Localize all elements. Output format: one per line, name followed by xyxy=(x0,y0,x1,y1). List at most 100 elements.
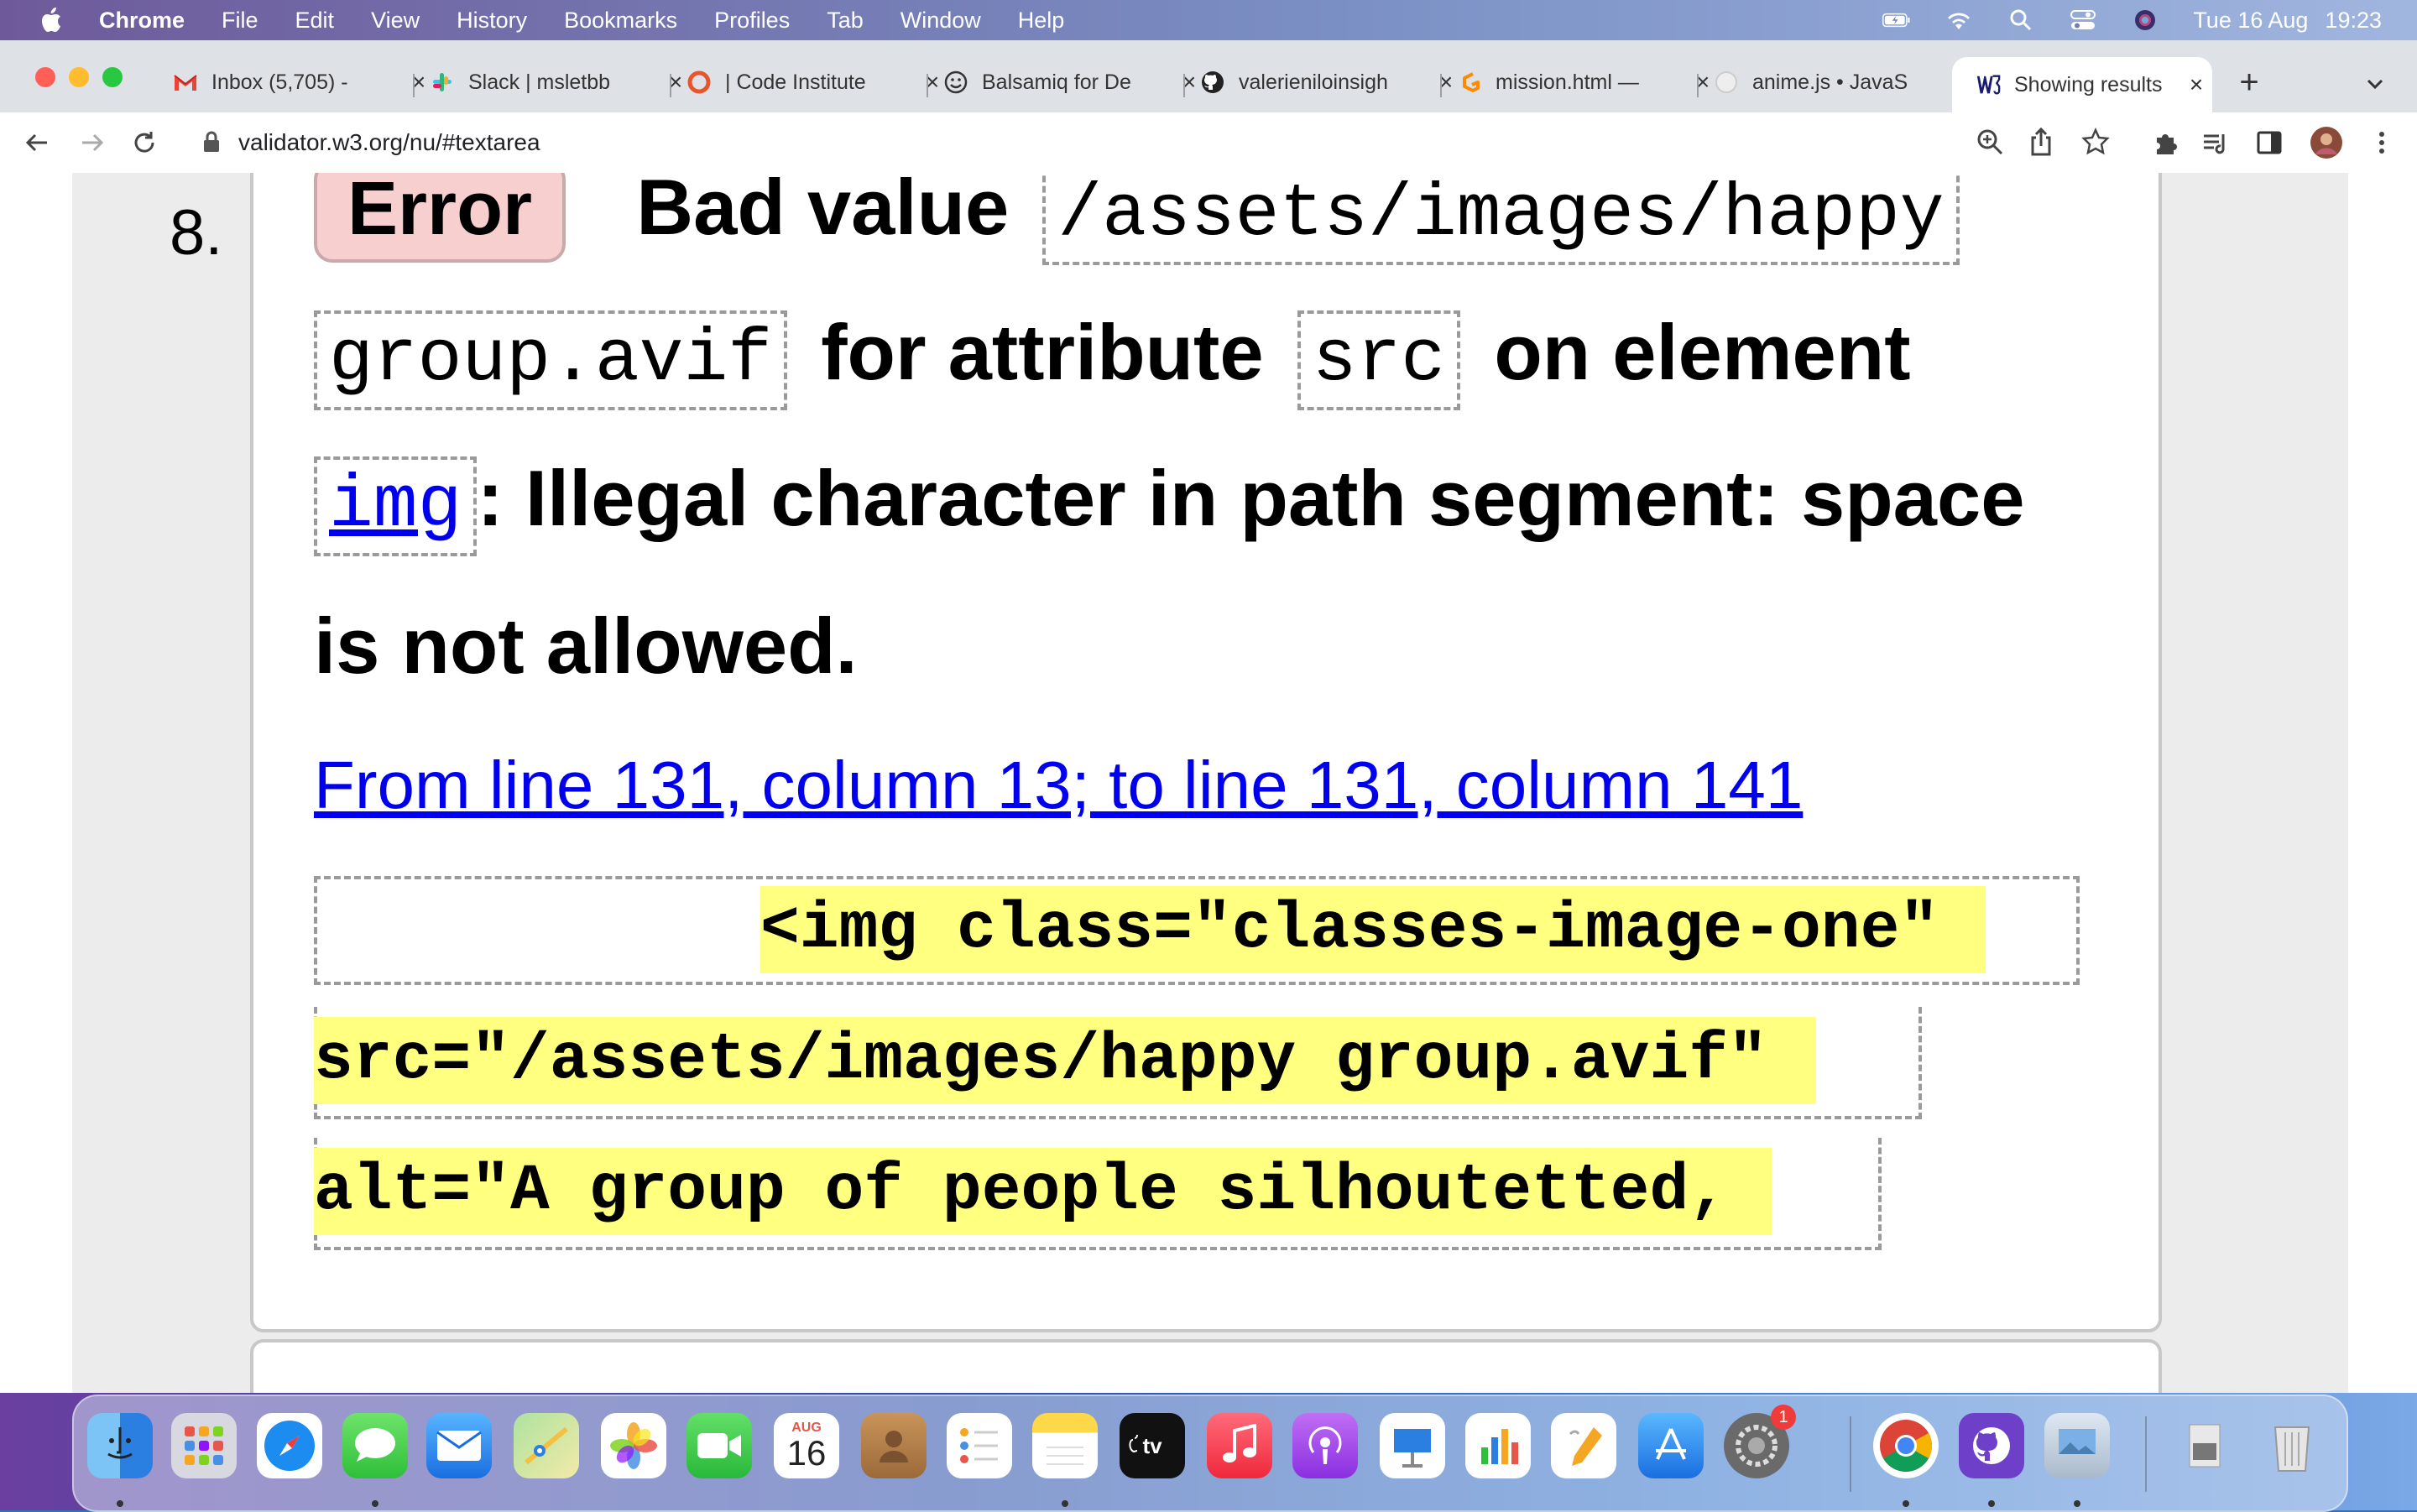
menu-file[interactable]: File xyxy=(222,8,258,34)
tab-slack[interactable]: Slack | msletbb × xyxy=(430,59,688,106)
maps-icon[interactable] xyxy=(514,1413,579,1478)
url-text[interactable]: validator.w3.org/nu/#textarea xyxy=(238,129,540,156)
forward-button[interactable] xyxy=(76,126,109,159)
photos-icon[interactable] xyxy=(601,1413,666,1478)
menu-edit[interactable]: Edit xyxy=(295,8,335,34)
close-tab-icon[interactable]: × xyxy=(1177,69,1202,95)
tab-mission-html[interactable]: mission.html — × xyxy=(1457,59,1715,106)
page-margin-left xyxy=(0,173,72,1393)
system-preferences-icon[interactable]: 1 xyxy=(1724,1405,1796,1478)
location-link[interactable]: From line 131, column 13; to line 131, c… xyxy=(314,747,1803,824)
bad-value-code: /assets/images/happy xyxy=(1042,173,1960,265)
message-line-3: img: Illegal character in path segment: … xyxy=(314,453,2025,556)
gmail-icon xyxy=(173,70,198,95)
menu-view[interactable]: View xyxy=(371,8,420,34)
menu-app-name[interactable]: Chrome xyxy=(99,8,185,34)
safari-icon[interactable] xyxy=(257,1413,322,1478)
downloads-stack-icon[interactable] xyxy=(2172,1413,2237,1478)
battery-icon[interactable] xyxy=(1882,8,1911,32)
tab-divider xyxy=(670,74,671,97)
zoom-icon[interactable] xyxy=(1976,128,2006,158)
github-desktop-icon[interactable] xyxy=(1959,1413,2024,1478)
new-tab-button[interactable]: + xyxy=(2232,65,2266,99)
github-icon xyxy=(1200,70,1225,95)
contacts-icon[interactable] xyxy=(861,1413,927,1478)
messages-icon[interactable] xyxy=(342,1413,408,1478)
tab-gmail[interactable]: Inbox (5,705) - × xyxy=(173,59,431,106)
tab-divider xyxy=(413,74,415,97)
message-text: on element xyxy=(1494,308,1911,396)
wifi-icon[interactable] xyxy=(1945,8,1973,32)
media-controls-icon[interactable] xyxy=(2199,126,2232,159)
reminders-icon[interactable] xyxy=(947,1413,1012,1478)
menubar-time[interactable]: 19:23 xyxy=(2325,8,2382,34)
validator-page: 8. Error Bad value /assets/images/happy … xyxy=(0,173,2417,1393)
tab-search-icon[interactable] xyxy=(2358,67,2392,101)
tab-github[interactable]: valerieniloinsigh × xyxy=(1200,59,1459,106)
close-tab-icon[interactable]: × xyxy=(2184,71,2209,97)
trash-icon[interactable] xyxy=(2259,1413,2325,1478)
launchpad-icon[interactable] xyxy=(171,1413,237,1478)
tab-w3c-validator[interactable]: Showing results × xyxy=(1952,57,2212,112)
close-tab-icon[interactable]: × xyxy=(663,69,688,95)
menu-profiles[interactable]: Profiles xyxy=(714,8,790,34)
lock-icon[interactable] xyxy=(201,129,227,156)
finder-icon[interactable] xyxy=(87,1413,153,1478)
tab-balsamiq[interactable]: Balsamiq for De × xyxy=(943,59,1202,106)
running-indicator xyxy=(117,1500,123,1507)
chrome-window: Inbox (5,705) - × Slack | msletbb × | Co… xyxy=(0,40,2417,1393)
code-institute-icon xyxy=(686,70,712,95)
menubar-date[interactable]: Tue 16 Aug xyxy=(2193,8,2308,34)
apple-menu-icon[interactable] xyxy=(35,3,69,37)
preview-icon[interactable] xyxy=(2044,1413,2110,1478)
tab-divider xyxy=(1183,74,1185,97)
menu-history[interactable]: History xyxy=(457,8,527,34)
pages-icon[interactable] xyxy=(1551,1413,1616,1478)
music-icon[interactable] xyxy=(1207,1413,1272,1478)
message-text: Bad value xyxy=(636,173,1010,251)
extensions-icon[interactable] xyxy=(2148,126,2182,159)
close-tab-icon[interactable]: × xyxy=(1690,69,1715,95)
tab-title: Balsamiq for De xyxy=(982,70,1131,94)
chrome-menu-icon[interactable] xyxy=(2365,126,2399,159)
calendar-icon[interactable]: AUG 16 xyxy=(774,1413,839,1478)
tab-strip: Inbox (5,705) - × Slack | msletbb × | Co… xyxy=(0,40,2417,112)
menu-help[interactable]: Help xyxy=(1018,8,1065,34)
side-panel-icon[interactable] xyxy=(2253,126,2286,159)
address-bar[interactable]: validator.w3.org/nu/#textarea xyxy=(183,121,2130,164)
podcasts-icon[interactable] xyxy=(1292,1413,1358,1478)
notes-icon[interactable] xyxy=(1032,1413,1098,1478)
menu-tab[interactable]: Tab xyxy=(827,8,864,34)
siri-icon[interactable] xyxy=(2131,8,2159,32)
bad-value-code-continued: group.avif xyxy=(314,310,788,410)
close-window-button[interactable] xyxy=(35,67,55,87)
dock-divider xyxy=(2145,1416,2147,1492)
tab-anime-js[interactable]: anime.js • JavaS × xyxy=(1714,59,1972,106)
mail-icon[interactable] xyxy=(426,1413,492,1478)
close-tab-icon[interactable]: × xyxy=(920,69,945,95)
share-icon[interactable] xyxy=(2028,127,2058,158)
error-message-card: 8. Error Bad value /assets/images/happy … xyxy=(170,173,2162,1332)
element-link[interactable]: img xyxy=(314,456,478,556)
minimize-window-button[interactable] xyxy=(69,67,89,87)
bookmark-star-icon[interactable] xyxy=(2081,127,2112,158)
close-tab-icon[interactable]: × xyxy=(1433,69,1459,95)
close-tab-icon[interactable]: × xyxy=(406,69,431,95)
profile-avatar[interactable] xyxy=(2310,126,2343,159)
menu-bookmarks[interactable]: Bookmarks xyxy=(564,8,677,34)
running-indicator xyxy=(2074,1500,2080,1507)
apple-tv-icon[interactable]: tv xyxy=(1120,1413,1185,1478)
keynote-icon[interactable] xyxy=(1380,1413,1445,1478)
numbers-icon[interactable] xyxy=(1465,1413,1531,1478)
w3c-validator-icon xyxy=(1976,72,2001,97)
app-store-icon[interactable] xyxy=(1638,1413,1704,1478)
spotlight-search-icon[interactable] xyxy=(2007,8,2035,32)
tab-code-institute[interactable]: | Code Institute × xyxy=(686,59,945,106)
reload-button[interactable] xyxy=(128,126,161,159)
back-button[interactable] xyxy=(20,126,54,159)
facetime-icon[interactable] xyxy=(686,1413,752,1478)
zoom-window-button[interactable] xyxy=(102,67,123,87)
control-center-icon[interactable] xyxy=(2069,8,2097,32)
menu-window[interactable]: Window xyxy=(901,8,981,34)
chrome-icon[interactable] xyxy=(1873,1413,1939,1478)
